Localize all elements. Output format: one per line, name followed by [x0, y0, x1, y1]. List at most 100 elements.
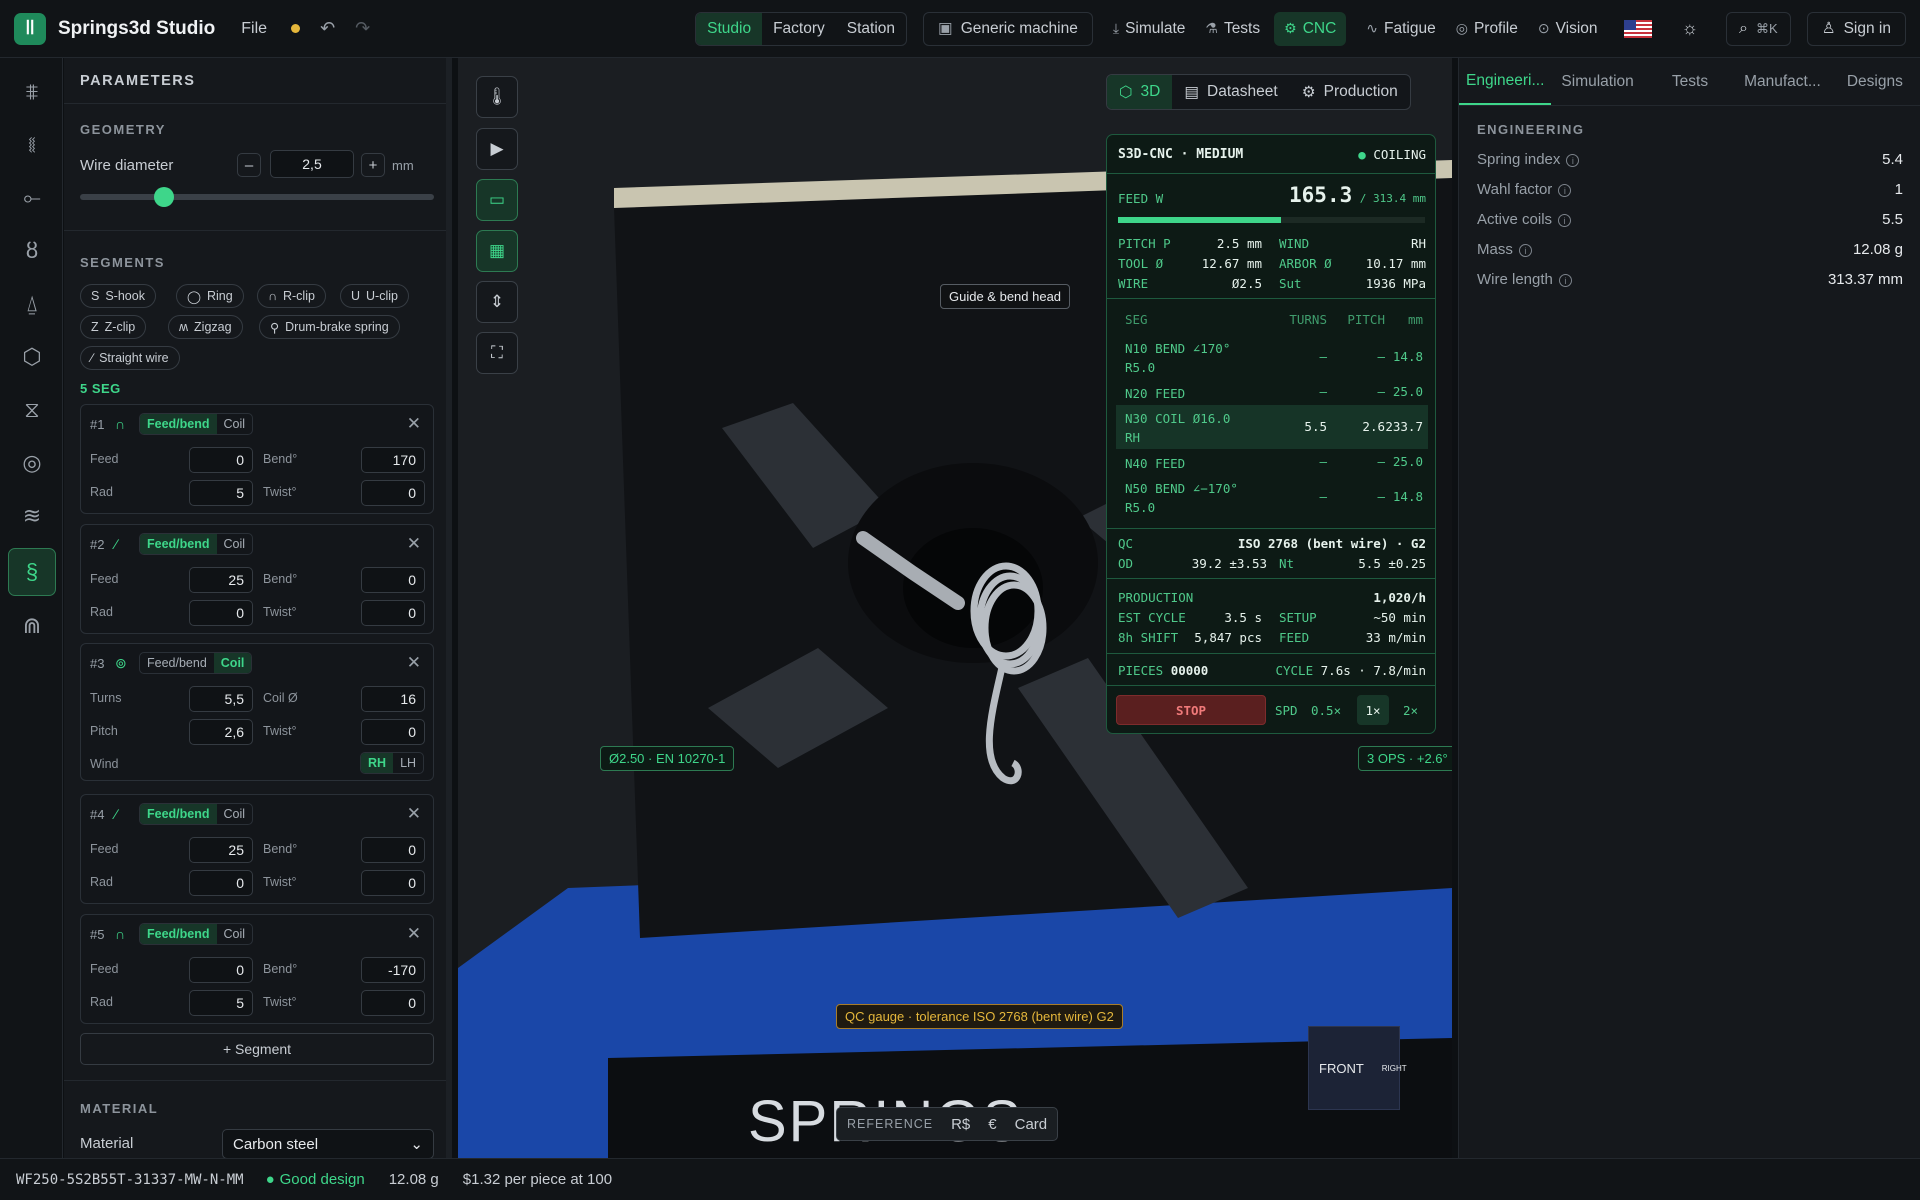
- segment-field-input[interactable]: 2,6: [189, 719, 253, 745]
- mode-factory[interactable]: Factory: [762, 13, 836, 45]
- segment-field-input[interactable]: 0: [189, 600, 253, 626]
- rail-spiral-spring-icon[interactable]: ◎: [8, 439, 56, 487]
- info-icon[interactable]: i: [1518, 244, 1532, 257]
- remove-segment-icon[interactable]: ✕: [407, 414, 421, 434]
- rail-conical-spring-icon[interactable]: ⍙: [8, 280, 56, 328]
- tab-engineering[interactable]: Engineeri...: [1459, 58, 1552, 105]
- remove-segment-icon[interactable]: ✕: [407, 804, 421, 824]
- tab-3d[interactable]: ⬡ 3D: [1107, 75, 1173, 109]
- info-icon[interactable]: i: [1558, 274, 1572, 287]
- wind-lh[interactable]: LH: [393, 753, 423, 773]
- mode-feedbend[interactable]: Feed/bend: [140, 414, 217, 434]
- preset-ring[interactable]: ◯ Ring: [176, 284, 244, 308]
- preset-zigzag[interactable]: ʍ Zigzag: [168, 315, 243, 339]
- segment-field-input[interactable]: 5: [189, 990, 253, 1016]
- info-icon[interactable]: i: [1558, 214, 1572, 227]
- mode-coil[interactable]: Coil: [217, 414, 253, 434]
- remove-segment-icon[interactable]: ✕: [407, 653, 421, 673]
- preset-u-clip[interactable]: U U-clip: [340, 284, 409, 308]
- segment-field-input[interactable]: 0: [361, 990, 425, 1016]
- rail-extension-spring-icon[interactable]: ⧛: [8, 121, 56, 169]
- nav-fatigue[interactable]: ∿ Fatigue: [1366, 20, 1435, 38]
- tab-manufacturing[interactable]: Manufact...: [1736, 58, 1828, 105]
- play-icon[interactable]: ▶: [476, 128, 518, 170]
- rail-torsion-spring-icon[interactable]: ⟜: [8, 174, 56, 222]
- nav-cnc[interactable]: ⚙ CNC: [1274, 11, 1347, 46]
- mode-coil[interactable]: Coil: [217, 924, 253, 944]
- stop-button[interactable]: STOP: [1116, 695, 1266, 725]
- grid-tool-icon[interactable]: ▦: [476, 230, 518, 272]
- mode-station[interactable]: Station: [836, 13, 906, 45]
- view-cube[interactable]: FRONT RIGHT: [1308, 1026, 1407, 1110]
- search-button[interactable]: ⌕ ⌘K: [1726, 11, 1791, 46]
- info-icon[interactable]: i: [1558, 184, 1572, 197]
- remove-segment-icon[interactable]: ✕: [407, 924, 421, 944]
- nav-simulate[interactable]: ⤓ Simulate: [1113, 20, 1186, 38]
- align-tool-icon[interactable]: ⇕: [476, 281, 518, 323]
- info-icon[interactable]: i: [1566, 154, 1580, 167]
- wire-diameter-slider-handle[interactable]: [154, 187, 175, 207]
- segment-field-input[interactable]: 170: [361, 447, 425, 473]
- segment-field-input[interactable]: 25: [189, 837, 253, 863]
- segment-field-input[interactable]: 5,5: [189, 686, 253, 712]
- speed-1x[interactable]: 1×: [1357, 695, 1389, 725]
- segment-field-input[interactable]: 0: [361, 567, 425, 593]
- segment-field-input[interactable]: 0: [361, 480, 425, 506]
- speed-2x[interactable]: 2×: [1403, 703, 1418, 718]
- segment-field-input[interactable]: -170: [361, 957, 425, 983]
- theme-sun-icon[interactable]: ☼: [1682, 18, 1699, 39]
- currency-brl[interactable]: R$: [951, 1116, 970, 1133]
- preset-s-hook[interactable]: S S-hook: [80, 284, 156, 308]
- remove-segment-icon[interactable]: ✕: [407, 534, 421, 554]
- file-menu[interactable]: File: [241, 20, 267, 38]
- mode-feedbend[interactable]: Feed/bend: [140, 804, 217, 824]
- tab-designs[interactable]: Designs: [1829, 58, 1920, 105]
- currency-card[interactable]: Card: [1015, 1116, 1048, 1133]
- segment-field-input[interactable]: 0: [189, 957, 253, 983]
- rail-hourglass-spring-icon[interactable]: ⧖: [8, 386, 56, 434]
- wire-diameter-decrement[interactable]: –: [237, 153, 261, 177]
- rail-leaf-spring-icon[interactable]: ⋒: [8, 602, 56, 650]
- segment-field-input[interactable]: 25: [189, 567, 253, 593]
- rail-barrel-spring-icon[interactable]: ⬡: [8, 333, 56, 381]
- undo-icon[interactable]: ↶: [320, 18, 335, 39]
- segment-field-input[interactable]: 16: [361, 686, 425, 712]
- tab-datasheet[interactable]: ▤ Datasheet: [1172, 75, 1289, 109]
- thermometer-tool-icon[interactable]: 🌡: [476, 76, 518, 118]
- nav-profile[interactable]: ◎ Profile: [1456, 20, 1518, 38]
- currency-eur[interactable]: €: [988, 1116, 996, 1133]
- segment-field-input[interactable]: 0: [189, 447, 253, 473]
- preset-drum-brake-spring[interactable]: ⚲ Drum-brake spring: [259, 315, 400, 339]
- segment-field-input[interactable]: 0: [189, 870, 253, 896]
- mode-feedbend[interactable]: Feed/bend: [140, 534, 217, 554]
- sign-in-button[interactable]: ♙ Sign in: [1806, 11, 1906, 46]
- mode-coil[interactable]: Coil: [213, 653, 252, 673]
- wire-diameter-input[interactable]: 2,5: [270, 150, 354, 178]
- wire-diameter-slider[interactable]: [80, 187, 434, 207]
- rail-double-torsion-icon[interactable]: ȣ: [8, 227, 56, 275]
- view-cube-front[interactable]: FRONT: [1319, 1061, 1364, 1076]
- nav-vision[interactable]: ⊙ Vision: [1538, 20, 1598, 38]
- tab-production[interactable]: ⚙ Production: [1290, 75, 1410, 109]
- segment-field-input[interactable]: 0: [361, 600, 425, 626]
- tab-simulation[interactable]: Simulation: [1551, 58, 1643, 105]
- segment-field-input[interactable]: 0: [361, 719, 425, 745]
- add-segment-button[interactable]: + Segment: [80, 1033, 434, 1065]
- language-flag-icon[interactable]: [1623, 19, 1652, 38]
- fullscreen-icon[interactable]: ⛶: [476, 332, 518, 374]
- mode-studio[interactable]: Studio: [696, 12, 763, 45]
- mode-coil[interactable]: Coil: [217, 534, 253, 554]
- mode-feedbend[interactable]: Feed/bend: [140, 653, 214, 673]
- segment-field-input[interactable]: 0: [361, 870, 425, 896]
- wind-rh[interactable]: RH: [361, 753, 394, 773]
- preset-straight-wire[interactable]: ∕ Straight wire: [80, 346, 180, 370]
- rail-wire-form-icon[interactable]: §: [8, 548, 56, 596]
- rail-compression-spring-icon[interactable]: ⩨: [8, 68, 56, 116]
- tab-tests[interactable]: Tests: [1644, 58, 1736, 105]
- speed-0-5x[interactable]: 0.5×: [1311, 703, 1341, 718]
- machine-selector[interactable]: ▣ Generic machine: [923, 11, 1093, 46]
- redo-icon[interactable]: ↷: [355, 18, 370, 39]
- mode-feedbend[interactable]: Feed/bend: [140, 924, 217, 944]
- segment-field-input[interactable]: 0: [361, 837, 425, 863]
- preset-z-clip[interactable]: Z Z-clip: [80, 315, 147, 339]
